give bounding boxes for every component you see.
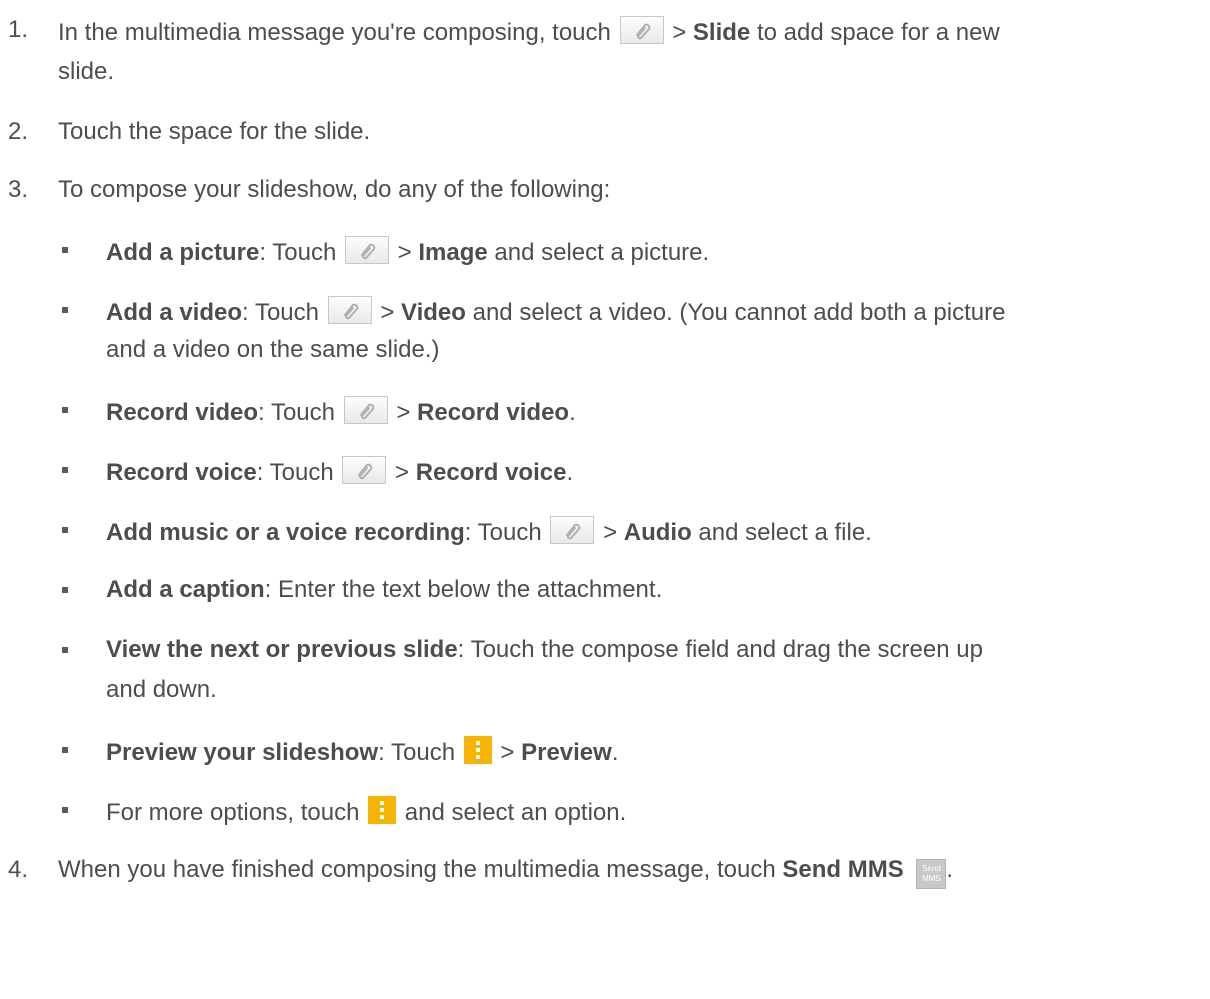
paperclip-icon bbox=[343, 396, 388, 424]
bullet-marker bbox=[62, 467, 68, 473]
bullet-title: Record video bbox=[106, 399, 259, 426]
instructions-document: 1. In the multimedia message you're comp… bbox=[0, 0, 1210, 999]
paperclip-icon bbox=[550, 516, 595, 544]
menu-option: Slide bbox=[692, 19, 751, 46]
send-mms-icon: Send MMS bbox=[916, 859, 947, 889]
bullet-marker bbox=[62, 247, 68, 253]
menu-option: Preview bbox=[521, 739, 612, 766]
bullet-title: View the next or previous slide bbox=[106, 636, 458, 663]
menu-option: Record voice bbox=[415, 459, 567, 486]
menu-option: Audio bbox=[623, 519, 692, 546]
paperclip-icon bbox=[327, 296, 372, 324]
paperclip-icon bbox=[619, 16, 664, 44]
bullet-title: Add music or a voice recording bbox=[106, 519, 465, 546]
bullet-title: Add a video bbox=[106, 299, 243, 326]
bullet-text-continued: and down. bbox=[106, 676, 217, 703]
bullet-marker bbox=[62, 587, 68, 593]
bullet-marker bbox=[62, 307, 68, 313]
separator: > bbox=[672, 19, 687, 46]
step-text: In the multimedia message you're composi… bbox=[58, 19, 611, 46]
paperclip-icon bbox=[344, 236, 389, 264]
step-number: 3. bbox=[8, 176, 29, 203]
bullet-title: Record voice bbox=[106, 459, 257, 486]
menu-option: Video bbox=[401, 299, 466, 326]
bullet-marker bbox=[62, 807, 68, 813]
step-text: To compose your slideshow, do any of the… bbox=[58, 176, 611, 203]
overflow-menu-icon bbox=[463, 736, 492, 764]
step-number: 2. bbox=[8, 118, 29, 145]
step-text: to add space for a new bbox=[756, 19, 1000, 46]
menu-option: Image bbox=[418, 239, 488, 266]
bullet-marker bbox=[62, 407, 68, 413]
bullet-title: Preview your slideshow bbox=[106, 739, 379, 766]
step-text: Touch the space for the slide. bbox=[58, 118, 371, 145]
bullet-marker bbox=[62, 747, 68, 753]
step-1: 1. In the multimedia message you're comp… bbox=[0, 16, 1210, 46]
menu-option: Record video bbox=[417, 399, 570, 426]
bullet-title: Add a caption bbox=[106, 576, 265, 603]
bullet-title: Add a picture bbox=[106, 239, 260, 266]
bullet-marker bbox=[62, 527, 68, 533]
step-text: When you have finished composing the mul… bbox=[58, 856, 776, 883]
overflow-menu-icon bbox=[368, 796, 397, 824]
paperclip-icon bbox=[342, 456, 387, 484]
menu-option: Send MMS bbox=[782, 856, 904, 883]
step-text-continued: slide. bbox=[58, 58, 115, 85]
bullet-text-continued: and a video on the same slide.) bbox=[106, 336, 440, 363]
step-number: 4. bbox=[8, 856, 29, 883]
bullet-marker bbox=[62, 647, 68, 653]
step-number: 1. bbox=[8, 16, 29, 43]
